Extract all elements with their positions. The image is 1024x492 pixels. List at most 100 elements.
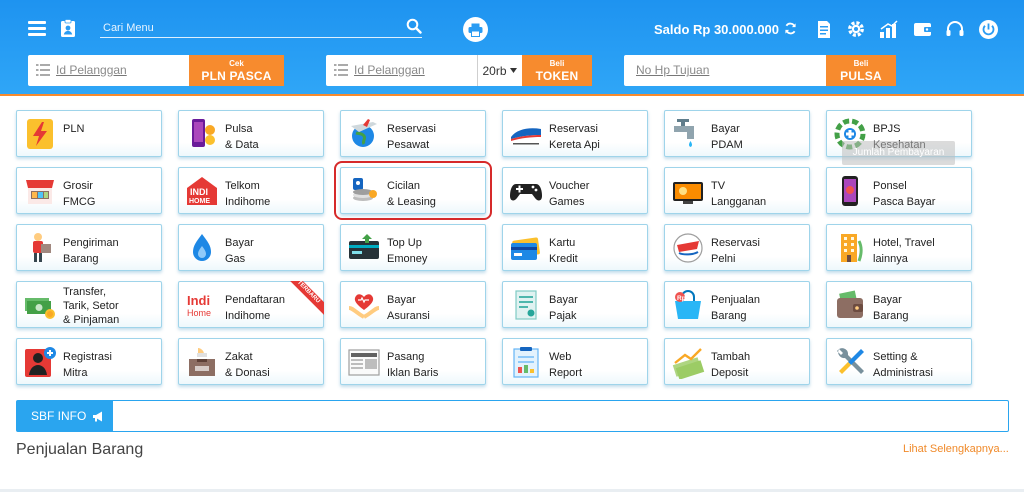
water-faucet-icon (674, 119, 694, 147)
headset-icon[interactable] (944, 18, 966, 40)
caret-down-icon (509, 68, 517, 73)
wallet-icon[interactable] (912, 18, 934, 40)
menu-tile-voucher[interactable]: Voucher Games (502, 167, 648, 214)
print-button[interactable] (463, 17, 488, 42)
menu-tile-pln[interactable]: PLN (16, 110, 162, 157)
menu-tile-emoney[interactable]: Top Up Emoney (340, 224, 486, 271)
top-header: Saldo Rp 30.000.000 Cek PLN PASCA 20r (0, 0, 1024, 94)
new-ribbon-badge: TERBARU (284, 281, 324, 321)
power-icon[interactable] (977, 18, 999, 40)
menu-tile-pajak[interactable]: Bayar Pajak (502, 281, 648, 328)
see-more-link[interactable]: Lihat Selengkapnya... (903, 443, 1009, 455)
button-small-label: Beli (853, 58, 869, 68)
menu-tile-indihome-daftar[interactable]: Indi Home Pendaftaran Indihome TERBARU (178, 281, 324, 328)
menu-tile-kereta[interactable]: Reservasi Kereta Api (502, 110, 648, 157)
menu-tile-penjualan[interactable]: Rp Penjualan Barang (664, 281, 810, 328)
store-icon (26, 180, 54, 204)
loan-coins-icon (353, 178, 377, 201)
button-small-label: Cek (229, 58, 244, 68)
tax-receipt-icon (515, 290, 537, 320)
menu-tile-kartu[interactable]: Kartu Kredit (502, 224, 648, 271)
menu-tile-asuransi[interactable]: Bayar Asuransi (340, 281, 486, 328)
menu-tile-pdam[interactable]: Bayar PDAM (664, 110, 810, 157)
gamepad-icon (510, 184, 542, 201)
buy-token-button[interactable]: Beli TOKEN (522, 55, 592, 86)
button-big-label: PLN PASCA (201, 68, 272, 83)
token-customer-id-input[interactable] (354, 60, 474, 80)
tile-label: Ponsel Pasca Bayar (873, 180, 936, 208)
svg-text:INDI: INDI (190, 187, 208, 197)
token-denomination-select[interactable]: 20rb (477, 55, 521, 86)
menu-tile-pelni[interactable]: Reservasi Pelni (664, 224, 810, 271)
tile-label: Bayar Asuransi (387, 294, 430, 322)
info-label: SBF INFO (31, 409, 87, 423)
courier-icon (33, 233, 51, 262)
tile-label: Web Report (549, 351, 583, 379)
tile-label: Registrasi Mitra (63, 351, 112, 379)
pln-pasca-form: Cek PLN PASCA (28, 55, 284, 86)
menu-tile-pulsa[interactable]: Pulsa & Data (178, 110, 324, 157)
pelni-logo-icon (673, 233, 703, 263)
menu-tile-pesawat[interactable]: Reservasi Pesawat (340, 110, 486, 157)
gas-flame-icon (193, 234, 211, 261)
tile-label: PLN (63, 123, 85, 135)
tile-label: Hotel, Travel lainnya (873, 237, 935, 265)
tile-label: Bayar Pajak (549, 294, 578, 322)
menu-tile-zakat[interactable]: Zakat & Donasi (178, 338, 324, 385)
bar-chart-icon[interactable] (878, 18, 900, 40)
phone-number-input[interactable] (636, 60, 816, 80)
megaphone-icon (93, 411, 103, 421)
menu-tile-tv[interactable]: TV Langganan (664, 167, 810, 214)
menu-tile-deposit[interactable]: Tambah Deposit (664, 338, 810, 385)
menu-tile-grosir[interactable]: Grosir FMCG (16, 167, 162, 214)
search-icon[interactable] (406, 18, 422, 34)
tile-label: Cicilan & Leasing (387, 180, 436, 208)
search-input[interactable] (100, 18, 390, 37)
menu-tile-setting[interactable]: Setting & Administrasi (826, 338, 972, 385)
tile-label: Bayar Gas (225, 237, 254, 265)
wallet-cash-icon (837, 290, 863, 318)
tile-label: Telkom Indihome (225, 180, 271, 208)
indihome-logo-icon: IndiHome (187, 293, 211, 318)
button-small-label: Beli (549, 58, 565, 68)
menu-tile-report[interactable]: Web Report (502, 338, 648, 385)
shopping-bag-icon: Rp (675, 290, 701, 319)
menu-tile-iklan[interactable]: Pasang Iklan Baris (340, 338, 486, 385)
tile-label: Reservasi Kereta Api (549, 123, 600, 151)
menu-tile-telkom[interactable]: INDI HOME Telkom Indihome (178, 167, 324, 214)
menu-tile-gas[interactable]: Bayar Gas (178, 224, 324, 271)
menu-tile-hotel[interactable]: Hotel, Travel lainnya (826, 224, 972, 271)
check-pln-pasca-button[interactable]: Cek PLN PASCA (189, 55, 284, 86)
phone-coin-icon (192, 119, 215, 147)
pln-customer-id-input[interactable] (56, 60, 206, 80)
printer-icon (468, 23, 483, 37)
smartphone-icon (842, 176, 858, 206)
report-document-icon (513, 347, 539, 378)
search-bar (100, 18, 422, 38)
train-icon (511, 128, 541, 145)
hamburger-menu-icon[interactable] (28, 21, 46, 36)
menu-tile-transfer[interactable]: Transfer, Tarik, Setor & Pinjaman (16, 281, 162, 328)
refresh-icon[interactable] (784, 22, 797, 35)
menu-tile-pengiriman[interactable]: Pengiriman Barang (16, 224, 162, 271)
clipboard-user-icon[interactable] (60, 19, 76, 38)
money-chart-icon (672, 348, 705, 379)
buy-pulsa-button[interactable]: Beli PULSA (826, 55, 896, 86)
menu-tile-cicilan[interactable]: Cicilan & Leasing (334, 161, 492, 220)
tile-label: TV Langganan (711, 180, 767, 208)
info-ticker-bar: SBF INFO (16, 400, 1009, 432)
indihome-icon: INDIHOME (187, 177, 217, 205)
document-icon[interactable] (813, 18, 835, 40)
menu-tile-ponsel[interactable]: Ponsel Pasca Bayar (826, 167, 972, 214)
button-big-label: TOKEN (535, 68, 579, 83)
faded-tooltip: Jumlah Pembayaran (842, 141, 955, 165)
credit-card-icon (511, 237, 540, 260)
svg-text:Home: Home (187, 308, 211, 318)
section-title: Penjualan Barang (16, 441, 144, 458)
tile-label: Pasang Iklan Baris (387, 351, 439, 379)
info-tag: SBF INFO (17, 401, 113, 431)
gear-icon[interactable] (845, 18, 867, 40)
list-icon (334, 64, 348, 76)
menu-tile-registrasi[interactable]: Registrasi Mitra (16, 338, 162, 385)
menu-tile-bayar-barang[interactable]: Bayar Barang (826, 281, 972, 328)
